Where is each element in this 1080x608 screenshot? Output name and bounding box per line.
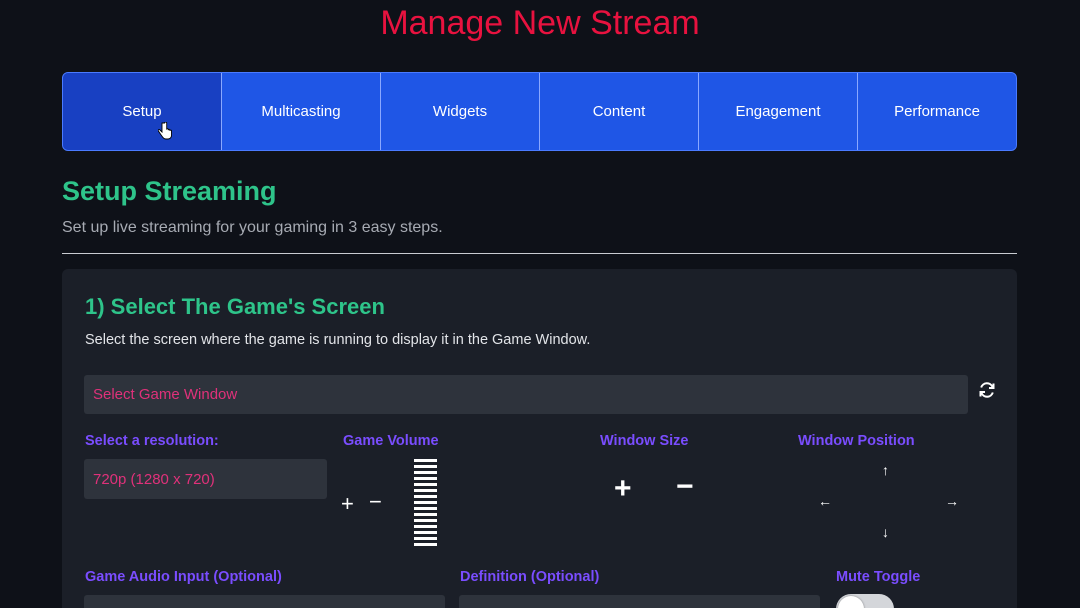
game-volume-label: Game Volume [343, 433, 439, 449]
divider [62, 253, 1017, 254]
setup-subtitle: Set up live streaming for your gaming in… [62, 219, 443, 236]
tab-setup[interactable]: Setup [63, 73, 222, 150]
resolution-value: 720p (1280 x 720) [93, 470, 215, 488]
audio-input-label: Game Audio Input (Optional) [85, 569, 282, 585]
window-position-label: Window Position [798, 433, 915, 449]
resolution-select[interactable]: 720p (1280 x 720) [84, 459, 327, 499]
tab-content[interactable]: Content [540, 73, 699, 150]
step-1-description: Select the screen where the game is runn… [85, 332, 591, 348]
resolution-label: Select a resolution: [85, 433, 219, 449]
setup-title: Setup Streaming [62, 176, 277, 206]
volume-level-meter [414, 459, 437, 549]
arrow-right-icon[interactable]: → [945, 494, 959, 508]
audio-input-select[interactable] [84, 595, 445, 608]
mute-toggle[interactable] [836, 594, 894, 608]
tab-engagement[interactable]: Engagement [699, 73, 858, 150]
arrow-down-icon[interactable]: ↓ [882, 525, 889, 539]
game-window-placeholder: Select Game Window [93, 386, 238, 403]
volume-up-button[interactable]: + [341, 493, 354, 515]
definition-label: Definition (Optional) [460, 569, 600, 585]
arrow-up-icon[interactable]: ↑ [882, 463, 889, 477]
refresh-icon[interactable] [977, 380, 997, 400]
tab-performance[interactable]: Performance [858, 73, 1016, 150]
window-size-decrease-button[interactable]: − [676, 472, 694, 502]
definition-select[interactable] [459, 595, 820, 608]
window-size-label: Window Size [600, 433, 689, 449]
arrow-left-icon[interactable]: ← [818, 494, 832, 508]
tab-widgets[interactable]: Widgets [381, 73, 540, 150]
game-window-select[interactable]: Select Game Window [84, 375, 968, 414]
mute-toggle-knob [838, 596, 864, 608]
window-size-increase-button[interactable]: + [614, 474, 632, 504]
page-title: Manage New Stream [380, 4, 700, 42]
step-1-title: 1) Select The Game's Screen [85, 294, 385, 319]
volume-down-button[interactable]: − [369, 491, 382, 513]
tab-bar: Setup Multicasting Widgets Content Engag… [62, 72, 1017, 151]
mute-toggle-label: Mute Toggle [836, 569, 921, 585]
pointer-cursor-icon [158, 122, 172, 140]
tab-multicasting[interactable]: Multicasting [222, 73, 381, 150]
